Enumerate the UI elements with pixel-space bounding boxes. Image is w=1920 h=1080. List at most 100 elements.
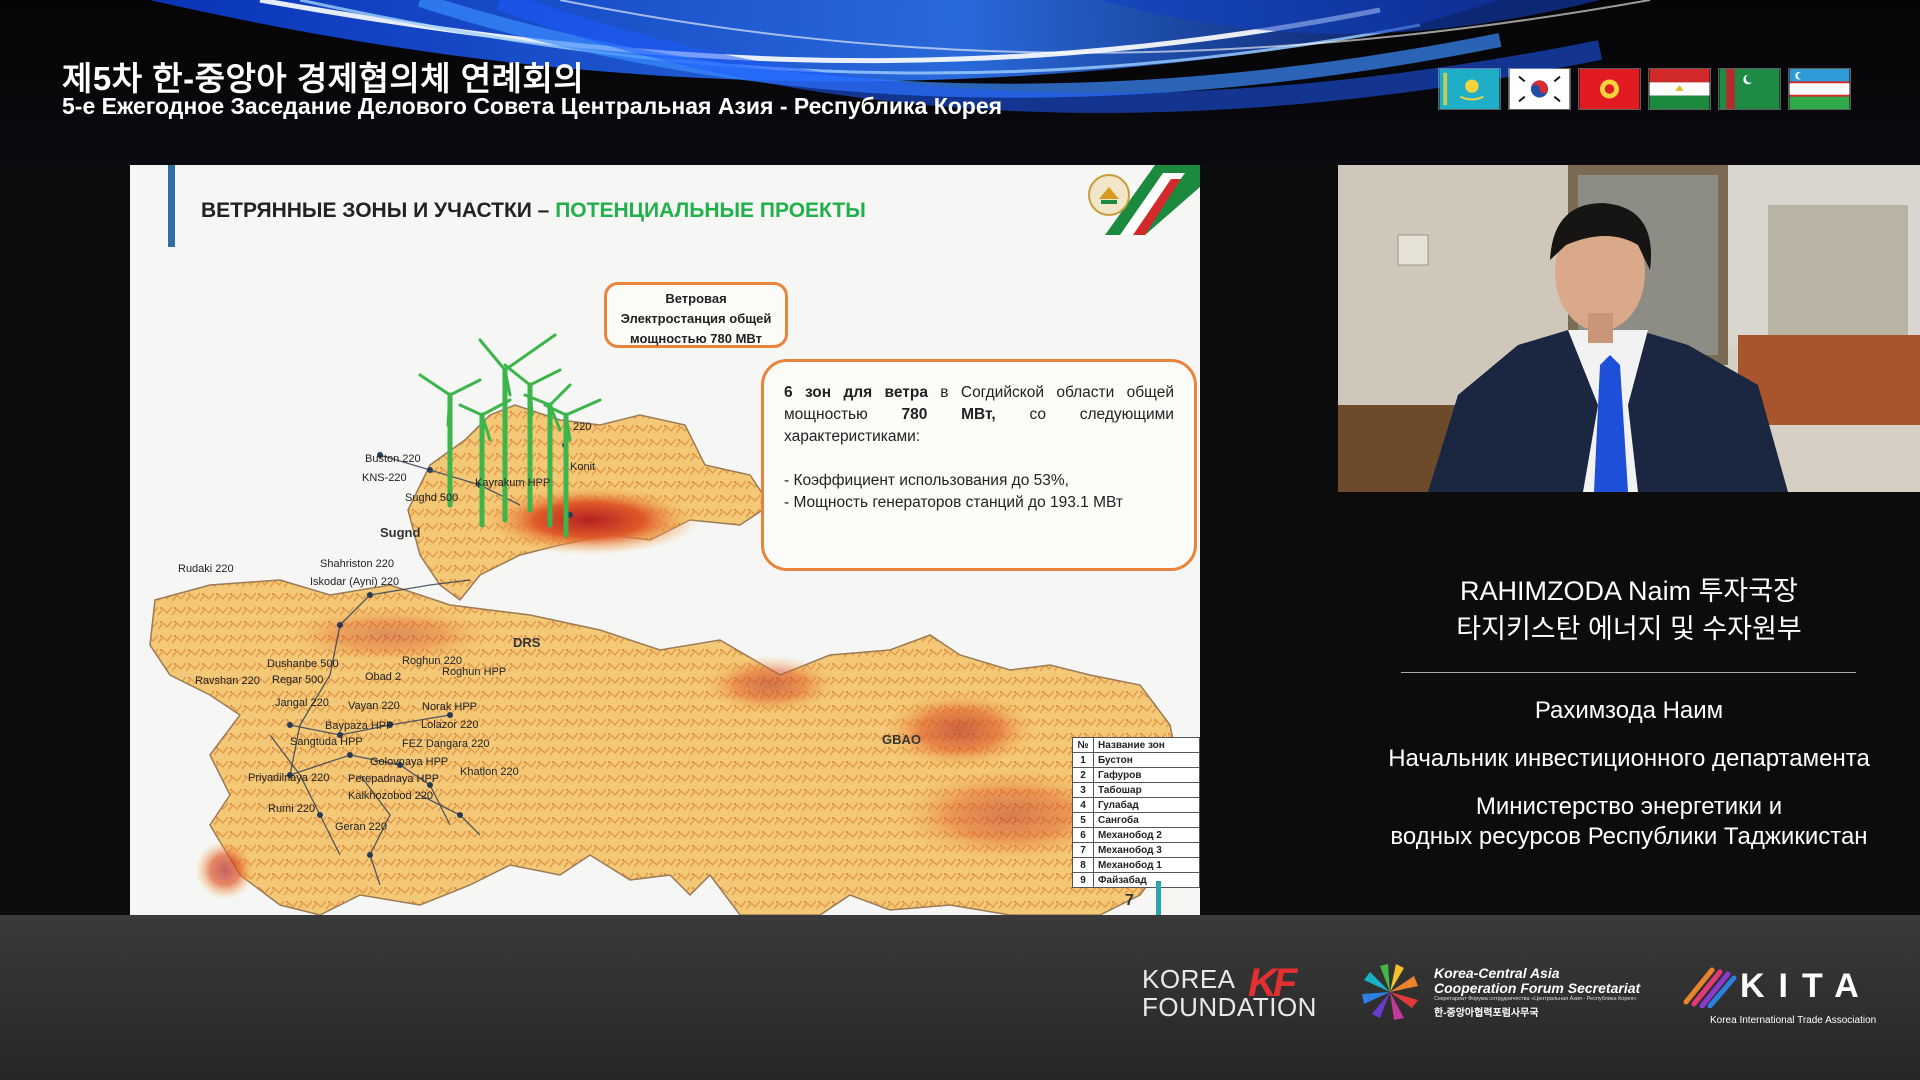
speaker-russian-block: Рахимзода Наим Начальник инвестиционного… [1338,696,1920,870]
callout-paragraph: 6 зон для ветра в Согдийской области общ… [784,382,1174,448]
south-korea-flag [1508,68,1571,110]
slide-title-main: ВЕТРЯННЫЕ ЗОНЫ И УЧАСТКИ – [201,199,556,222]
table-cell-num: 7 [1072,842,1094,858]
table-row: 8 Механобод 1 [1072,857,1200,873]
kca-line1: Korea-Central Asia [1434,965,1560,981]
table-row: 9 Файзабад [1072,872,1200,888]
map-label: Lolazor 220 [421,719,479,731]
map-label: Sughd 500 [405,492,459,504]
table-cell-num: 9 [1072,872,1094,888]
table-row: 6 Механобод 2 [1072,827,1200,843]
table-cell-name: Механобод 2 [1092,827,1200,843]
map-label: Geran 220 [335,821,387,833]
kca-line: Korea-Central Asia Cooperation Forum Secr… [1434,966,1674,996]
table-cell-num: 5 [1072,812,1094,828]
speaker-korean-block: RAHIMZODA Naim 투자국장 타지키스탄 에너지 및 수자원부 [1338,572,1920,648]
table-cell-num: 4 [1072,797,1094,813]
callout-spacer [784,448,1174,470]
tajikistan-emblem-icon [1088,165,1200,235]
zone-table: № Название зон 1 Бустон 2 Гафуров 3 Табошар … [1072,737,1200,888]
kca-secretariat-logo: Korea-Central Asia Cooperation Forum Secr… [1358,960,1640,1029]
map-region-drs: DRS [513,635,541,650]
table-row: 1 Бустон [1072,752,1200,768]
slide-title-highlight: ПОТЕНЦИАЛЬНЫЕ ПРОЕКТЫ [555,199,866,222]
slide-accent-bar [168,165,175,247]
tajikistan-wind-zone-map [149,333,1181,915]
speaker-video-frame [1338,165,1920,492]
table-cell-name: Механобод 3 [1092,842,1200,858]
table-row: 5 Сангоба [1072,812,1200,828]
kca-line2: Cooperation Forum Secretariat [1434,980,1641,996]
map-label: Norak HPP [422,701,478,713]
map-label: Jangal 220 [275,697,329,709]
map-label: Baypaza HPP [325,720,394,732]
speaker-org-russian-line: водных ресурсов Республики Таджикистан [1390,823,1868,850]
table-cell-num: 8 [1072,857,1094,873]
kca-text: Korea-Central Asia Cooperation Forum Secr… [1434,966,1674,1020]
callout-bold-value: 780 МВт, [901,406,996,423]
map-label: Rumi 220 [268,803,316,815]
table-cell-name: Бустон [1092,752,1200,768]
map-label: Iskodar (Ayni) 220 [310,576,400,588]
table-cell-name: Файзабад [1092,872,1200,888]
table-header-row: № Название зон [1072,737,1200,753]
table-row: 3 Табошар [1072,782,1200,798]
tajikistan-flag [1648,68,1711,110]
kita-stripes-icon [1683,967,1737,1009]
table-row: 2 Гафуров [1072,767,1200,783]
table-cell-name: Сангоба [1092,812,1200,828]
map-label: Rudaki 220 [178,563,234,575]
map-label: Buston 220 [365,453,421,465]
map-label: Dushanbe 500 [267,658,339,670]
map-label: Konit [570,461,596,473]
map-label: Khatlon 220 [460,766,519,778]
map-label: Sangtuda HPP [290,736,363,748]
table-cell-name: Гафуров [1092,767,1200,783]
kf-mark: KF [1248,961,1297,1005]
map-label: Obad 2 [365,671,402,683]
map-label: Priyadilnaya 220 [248,772,330,784]
wind-zones-callout: 6 зон для ветра в Согдийской области общ… [761,359,1197,571]
speaker-org-russian: Министерство энергетики и водных ресурсов… [1338,792,1920,852]
map-region-sugnd: Sugnd [380,525,421,540]
map-label: KNS-220 [362,472,407,484]
slide-page-number: 7 [1125,892,1134,909]
kazakhstan-flag [1438,68,1501,110]
callout-line: Электростанция общей [620,311,772,326]
presentation-slide: ВЕТРЯННЫЕ ЗОНЫ И УЧАСТКИ – ПОТЕНЦИАЛЬНЫЕ… [130,165,1200,915]
slide-title: ВЕТРЯННЫЕ ЗОНЫ И УЧАСТКИ – ПОТЕНЦИАЛЬНЫЕ… [201,199,866,223]
map-label: Golovnaya HPP [370,756,449,768]
speaker-position-russian: Начальник инвестиционного департамента [1388,745,1870,772]
speaker-video [1338,165,1920,492]
uzbekistan-flag [1788,68,1851,110]
map-label: 220 [573,421,592,433]
callout-bold-intro: 6 зон для ветра [784,384,928,401]
turkmenistan-flag [1718,68,1781,110]
callout-bullet: - Мощность генераторов станций до 193.1 … [784,494,1123,511]
speaker-name-russian: Рахимзода Наим [1534,697,1724,724]
pinwheel-icon [1362,964,1418,1020]
map-label: Kalkhozobod 220 [348,790,434,802]
kita-wordmark: KITA [1740,967,1873,1005]
page-number-bar [1156,881,1161,915]
callout-line: Ветровая [665,291,727,306]
table-cell-name: Гулабад [1092,797,1200,813]
map-label: Kayrakum HPP [475,477,551,489]
speaker-org-korean: 타지키스탄 에너지 및 수자원부 [1456,614,1802,644]
table-header-num: № [1072,737,1094,753]
table-header-name: Название зон [1092,737,1200,753]
kca-russian-line: Секретариат Форума сотрудничества «Центр… [1434,996,1637,1002]
header-banner: 제5차 한-중앙아 경제협의체 연례회의 5-е Ежегодное Засед… [0,0,1920,165]
table-row: 7 Механобод 3 [1072,842,1200,858]
map-label: Ravshan 220 [195,675,260,687]
wind-plant-callout: Ветровая Электростанция общей мощностью … [604,282,788,348]
kita-subtitle: Korea International Trade Association [1710,1015,1877,1026]
table-row: 4 Гулабад [1072,797,1200,813]
map-label: Regar 500 [272,674,324,686]
table-cell-num: 3 [1072,782,1094,798]
korea-foundation-logo: KOREA FOUNDATION KF [1142,961,1317,1021]
kita-logo: KITA Korea International Trade Associati… [1682,962,1876,1026]
table-cell-name: Табошар [1092,782,1200,798]
map-region-gbao: GBAO [882,732,921,747]
kyrgyzstan-flag [1578,68,1641,110]
